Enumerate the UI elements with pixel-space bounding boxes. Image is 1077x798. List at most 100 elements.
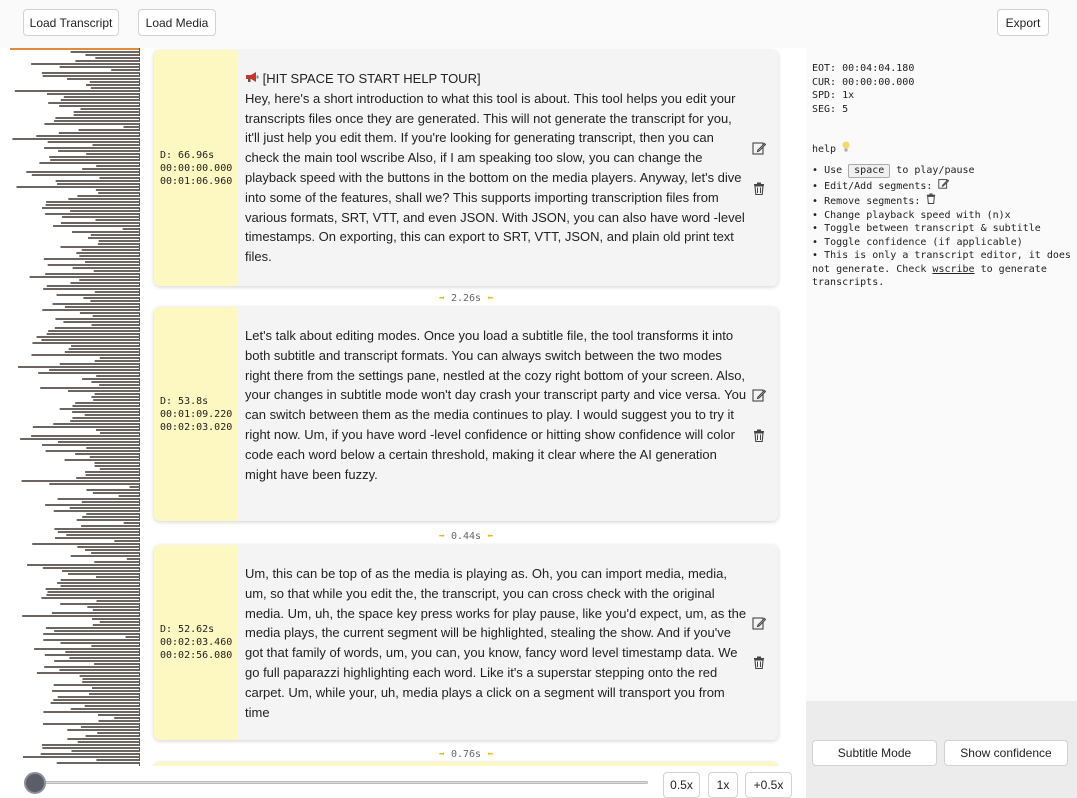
waveform-bar bbox=[50, 159, 140, 161]
waveform-bar bbox=[99, 177, 140, 179]
waveform-bar bbox=[23, 756, 140, 758]
waveform-bar bbox=[92, 618, 140, 620]
waveform-bar bbox=[81, 501, 140, 503]
waveform-bar bbox=[42, 309, 140, 311]
waveform-bar bbox=[55, 180, 140, 182]
seek-bar[interactable] bbox=[34, 781, 648, 784]
waveform-bar bbox=[59, 105, 140, 107]
load-media-button[interactable]: Load Media bbox=[138, 9, 216, 36]
waveform-bar bbox=[61, 216, 140, 218]
edit-icon[interactable] bbox=[751, 387, 767, 403]
edit-icon bbox=[938, 178, 950, 192]
waveform-bar bbox=[77, 195, 140, 197]
waveform-bar bbox=[42, 207, 140, 209]
waveform-bar bbox=[42, 444, 140, 446]
waveform-bar bbox=[51, 612, 140, 614]
media-player: 0.5x 1x +0.5x bbox=[0, 766, 806, 798]
delete-icon[interactable] bbox=[751, 180, 767, 196]
waveform-bar bbox=[41, 597, 140, 599]
waveform-bar bbox=[54, 528, 140, 530]
waveform-bar bbox=[98, 192, 140, 194]
waveform-bar bbox=[45, 213, 140, 215]
waveform-bar bbox=[93, 399, 140, 401]
waveform-bar bbox=[43, 288, 140, 290]
delete-icon[interactable] bbox=[751, 654, 767, 670]
segment-text[interactable]: Um, this can be top of as the media is p… bbox=[245, 564, 748, 722]
waveform-bar bbox=[43, 711, 140, 713]
waveform-bar bbox=[73, 114, 140, 116]
segment-card[interactable]: D: 52.62s 00:02:03.460 00:02:56.080 Um, … bbox=[154, 545, 778, 740]
waveform-bar bbox=[118, 495, 140, 497]
waveform-bar bbox=[94, 393, 140, 395]
hand-right-icon: ➡ bbox=[438, 293, 445, 304]
waveform-bar bbox=[62, 570, 140, 572]
load-transcript-button[interactable]: Load Transcript bbox=[23, 9, 119, 36]
waveform-bar bbox=[55, 117, 140, 119]
waveform-bar bbox=[95, 57, 140, 59]
waveform-panel[interactable] bbox=[10, 48, 141, 766]
waveform-bar bbox=[41, 744, 140, 746]
waveform-bar bbox=[82, 516, 140, 518]
waveform-bar bbox=[41, 339, 140, 341]
waveform-bar bbox=[45, 504, 140, 506]
waveform-bar bbox=[40, 387, 140, 389]
waveform-bar bbox=[91, 396, 140, 398]
segment-end-time: 00:01:06.960 bbox=[160, 175, 233, 187]
export-button[interactable]: Export bbox=[997, 9, 1049, 36]
waveform-bar bbox=[54, 327, 140, 329]
edit-icon[interactable] bbox=[751, 615, 767, 631]
waveform-bar bbox=[53, 684, 140, 686]
waveform-bar bbox=[87, 606, 140, 608]
waveform-bar bbox=[21, 480, 140, 482]
segment-text[interactable]: Let's talk about editing modes. Once you… bbox=[245, 326, 748, 484]
segment-text-container[interactable]: [HIT SPACE TO START HELP TOUR] Hey, here… bbox=[245, 69, 748, 267]
waveform-bar bbox=[86, 513, 140, 515]
speed-plus-half-button[interactable]: +0.5x bbox=[745, 772, 792, 798]
seek-thumb[interactable] bbox=[24, 772, 46, 794]
delete-icon[interactable] bbox=[751, 427, 767, 443]
waveform-bar bbox=[94, 561, 140, 563]
waveform-bar bbox=[79, 675, 140, 677]
segment-card[interactable]: D: 66.96s 00:00:00.000 00:01:06.960 [HIT… bbox=[154, 50, 778, 286]
waveform-bar bbox=[71, 345, 140, 347]
waveform-bar bbox=[86, 447, 140, 449]
waveform-bar bbox=[48, 102, 140, 104]
waveform-bar bbox=[58, 150, 140, 152]
waveform[interactable] bbox=[10, 51, 140, 766]
waveform-bar bbox=[45, 588, 140, 590]
waveform-bar bbox=[89, 456, 140, 458]
waveform-bar bbox=[69, 657, 140, 659]
waveform-bar bbox=[53, 699, 140, 701]
speed-1x-button[interactable]: 1x bbox=[708, 772, 738, 798]
segment-meta: D: 66.96s 00:00:00.000 00:01:06.960 bbox=[154, 50, 238, 286]
waveform-bar bbox=[86, 84, 140, 86]
waveform-bar bbox=[76, 477, 140, 479]
show-confidence-button[interactable]: Show confidence bbox=[944, 740, 1068, 766]
waveform-bar bbox=[31, 354, 140, 356]
waveform-bar bbox=[79, 279, 140, 281]
waveform-bar bbox=[91, 552, 140, 554]
segment-card[interactable]: D: 53.8s 00:01:09.220 00:02:03.020 Let's… bbox=[154, 307, 778, 521]
waveform-bar bbox=[32, 342, 140, 344]
waveform-bar bbox=[29, 276, 140, 278]
subtitle-mode-button[interactable]: Subtitle Mode bbox=[812, 740, 937, 766]
segment-start-time: 00:02:03.460 bbox=[160, 637, 233, 648]
waveform-bar bbox=[57, 441, 140, 443]
segment-gap: ➡ 0.76s ⬅ bbox=[438, 749, 494, 760]
waveform-bar bbox=[20, 438, 140, 440]
segment-text[interactable]: Hey, here's a short introduction to what… bbox=[245, 91, 745, 264]
waveform-bar bbox=[91, 324, 140, 326]
status-info: EOT: 00:04:04.180 CUR: 00:00:00.000 SPD:… bbox=[812, 62, 914, 116]
waveform-bar bbox=[99, 357, 140, 359]
waveform-bar bbox=[67, 738, 140, 740]
waveform-bar bbox=[85, 471, 140, 473]
waveform-bar bbox=[12, 138, 140, 140]
edit-icon[interactable] bbox=[751, 140, 767, 156]
waveform-bar bbox=[43, 258, 140, 260]
waveform-bar bbox=[36, 336, 140, 338]
waveform-bar bbox=[97, 732, 140, 734]
segment-duration: D: 66.96s bbox=[160, 149, 215, 161]
wscribe-link[interactable]: wscribe bbox=[932, 264, 974, 275]
waveform-bar bbox=[47, 264, 140, 266]
speed-half-button[interactable]: 0.5x bbox=[663, 772, 700, 798]
